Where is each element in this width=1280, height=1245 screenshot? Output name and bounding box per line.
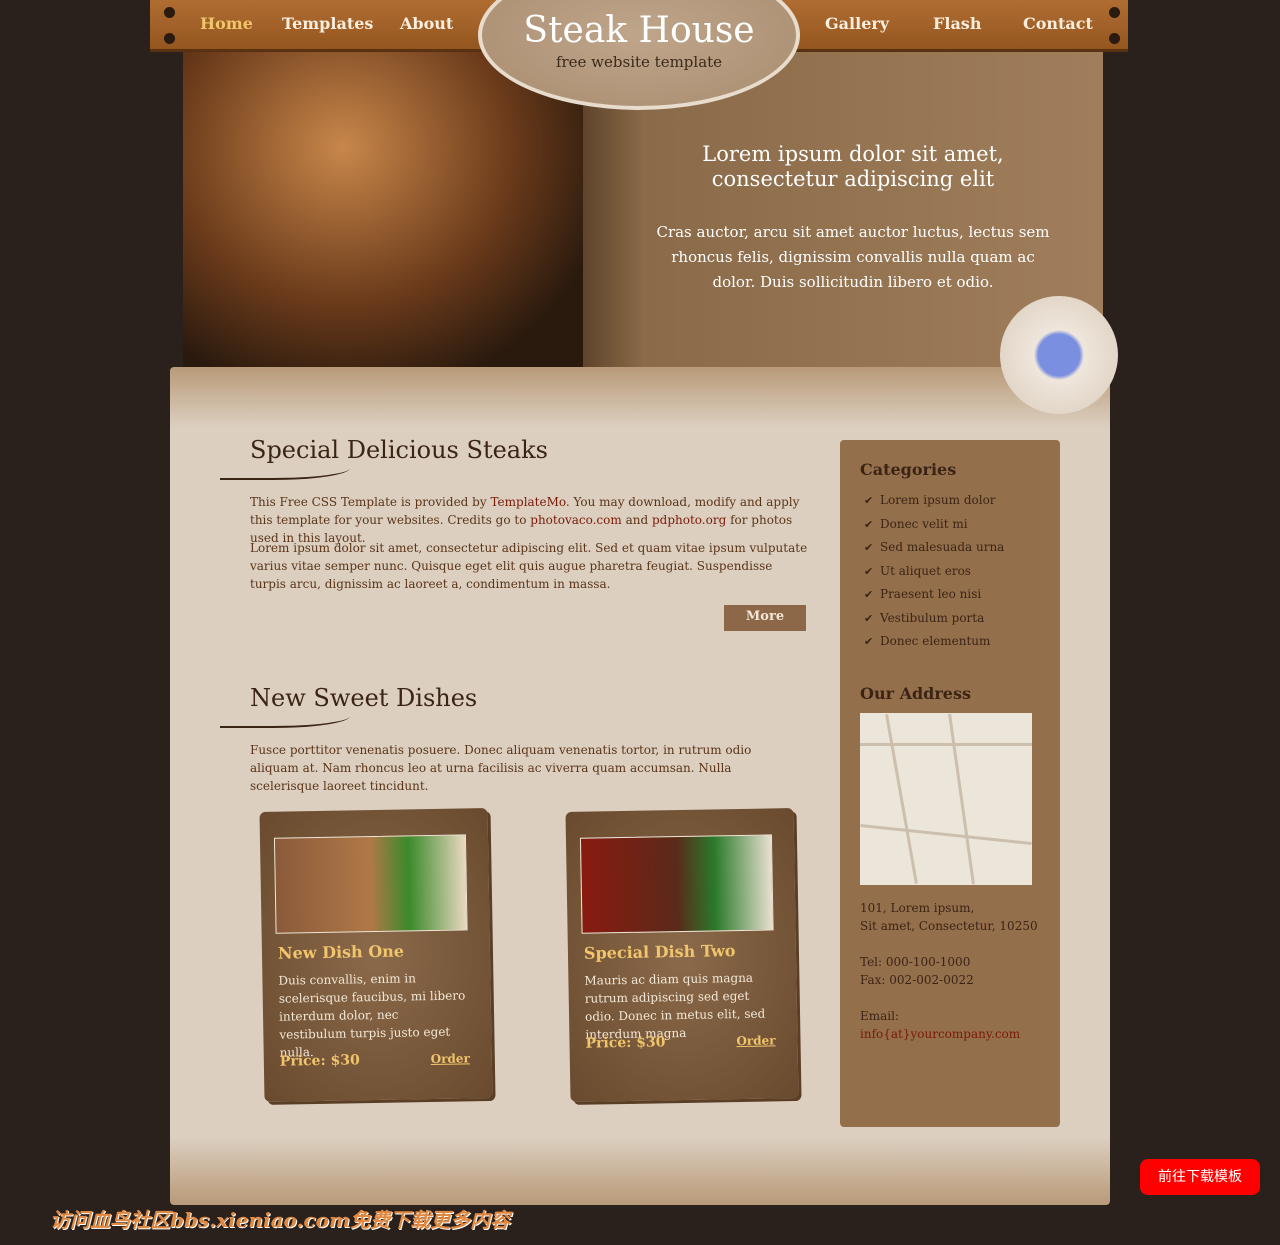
bolt-icon — [164, 33, 175, 44]
dish-image — [579, 834, 774, 934]
bolt-icon — [1109, 33, 1120, 44]
watermark: 访问血鸟社区bbs.xieniao.com免费下载更多内容 — [50, 1208, 511, 1232]
telephone: Tel: 000-100-1000 — [860, 954, 971, 969]
dish-price: Price: $30 — [279, 1052, 360, 1070]
email-link[interactable]: info{at}yourcompany.com — [860, 1027, 1020, 1041]
section-title: Special Delicious Steaks — [250, 436, 548, 464]
address-title: Our Address — [860, 683, 971, 703]
categories-title: Categories — [860, 460, 957, 479]
photovaco-link[interactable]: photovaco.com — [530, 513, 622, 527]
dish-name: New Dish One — [277, 941, 405, 963]
site-subtitle: free website template — [555, 53, 723, 71]
order-link[interactable]: Order — [736, 1033, 775, 1048]
map-image[interactable] — [860, 712, 1032, 885]
banner-title: Lorem ipsum dolor sit amet, consectetur … — [702, 142, 1004, 191]
templatemo-link[interactable]: TemplateMo — [490, 495, 565, 509]
nav-templates[interactable]: Templates — [282, 14, 373, 33]
dish-card: New Dish One Duis convallis, enim in sce… — [259, 808, 493, 1102]
category-item[interactable]: Ut aliquet eros — [860, 560, 1040, 584]
text: This Free CSS Template is provided by — [250, 495, 491, 509]
address-line: 101, Lorem ipsum, — [860, 900, 975, 915]
nav-contact[interactable]: Contact — [1023, 14, 1093, 33]
download-template-button[interactable]: 前往下载模板 — [1140, 1159, 1260, 1195]
address-line: Sit amet, Consectetur, 10250 — [860, 918, 1038, 933]
pdphoto-link[interactable]: pdphoto.org — [652, 513, 726, 527]
order-link[interactable]: Order — [431, 1051, 470, 1066]
nav-home[interactable]: Home — [200, 14, 253, 33]
dish-image — [273, 834, 468, 934]
banner-text: Cras auctor, arcu sit amet auctor luctus… — [656, 223, 1050, 291]
text: and — [621, 513, 652, 527]
dish-description: Duis convallis, enim in scelerisque fauc… — [278, 971, 466, 1060]
sidebar: Categories Lorem ipsum dolor Donec velit… — [840, 440, 1060, 1127]
section-title: New Sweet Dishes — [250, 684, 478, 712]
email-label: Email: — [860, 1008, 900, 1023]
dish-description: Mauris ac diam quis magna rutrum adipisc… — [584, 970, 766, 1042]
nav-flash[interactable]: Flash — [933, 14, 981, 33]
nav-about[interactable]: About — [400, 14, 453, 33]
nav-gallery[interactable]: Gallery — [825, 14, 889, 33]
category-item[interactable]: Lorem ipsum dolor — [860, 489, 1040, 513]
dishes-intro: Fusce porttitor venenatis posuere. Donec… — [250, 743, 752, 793]
address: 101, Lorem ipsum, Sit amet, Consectetur,… — [860, 899, 1040, 1043]
fax: Fax: 002-002-0022 — [860, 972, 974, 987]
dish-name: Special Dish Two — [583, 941, 736, 963]
lorem-paragraph: Lorem ipsum dolor sit amet, consectetur … — [250, 541, 808, 591]
category-item[interactable]: Donec velit mi — [860, 513, 1040, 537]
category-item[interactable]: Vestibulum porta — [860, 607, 1040, 631]
category-item[interactable]: Donec elementum — [860, 630, 1040, 654]
category-item[interactable]: Praesent leo nisi — [860, 583, 1040, 607]
more-button[interactable]: More — [724, 605, 806, 631]
bolt-icon — [164, 7, 175, 18]
site-title: Steak House — [523, 10, 755, 51]
steak-image — [183, 52, 583, 370]
categories-list: Lorem ipsum dolor Donec velit mi Sed mal… — [860, 489, 1040, 654]
plate-flowers-image — [1000, 296, 1118, 414]
dish-price: Price: $30 — [585, 1034, 666, 1052]
category-item[interactable]: Sed malesuada urna — [860, 536, 1040, 560]
dish-card: Special Dish Two Mauris ac diam quis mag… — [565, 808, 799, 1102]
bolt-icon — [1109, 7, 1120, 18]
